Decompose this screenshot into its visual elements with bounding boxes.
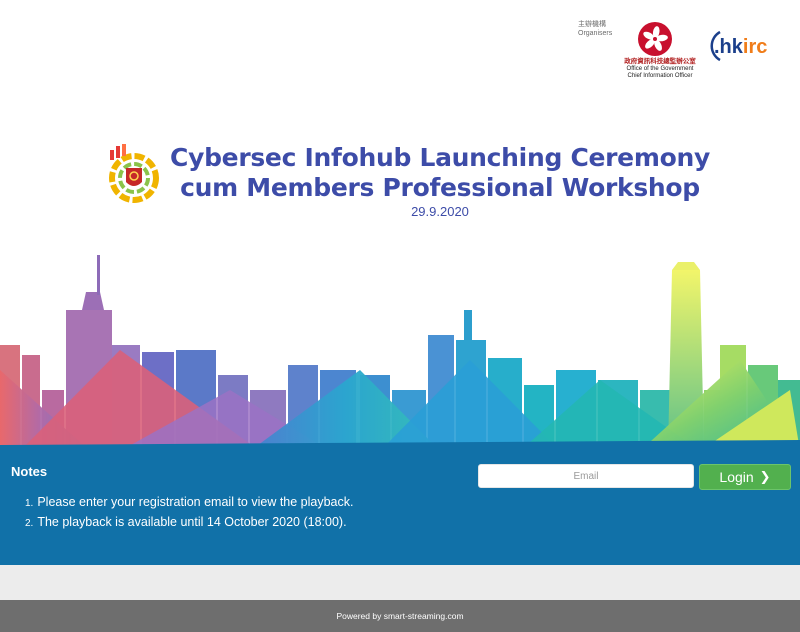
svg-text:.hkirc: .hkirc [714, 36, 767, 58]
login-button-label: Login [719, 469, 754, 485]
event-title-line2: cum Members Professional Workshop [180, 173, 700, 202]
footer-powered-by[interactable]: Powered by smart-streaming.com [336, 611, 463, 621]
page-spacer [0, 565, 800, 600]
event-title: Cybersec Infohub Launching Ceremony cum … [160, 143, 720, 203]
page: 主辦機構 Organisers 政府資訊科技總監辦公室 Office of th… [0, 0, 800, 632]
hkirc-logo-text-irc: irc [743, 36, 767, 58]
email-input[interactable] [478, 464, 694, 488]
hong-kong-skyline-illustration [0, 255, 800, 451]
notes-list: 1. Please enter your registration email t… [25, 493, 353, 533]
ogcio-name-en-line1: Office of the Government [626, 66, 694, 72]
notes-title: Notes [11, 464, 48, 479]
note-item-1: 1. Please enter your registration email t… [25, 495, 354, 509]
chevron-right-icon: ❯ [759, 469, 771, 484]
ogcio-name: 政府資訊科技總監辦公室 Office of the Government Chi… [610, 58, 710, 80]
notes-login-panel: Notes 1. Please enter your registration e… [0, 451, 800, 565]
hkirc-logo: .hkirc [710, 30, 767, 62]
organisers-label: 主辦機構 Organisers [578, 20, 638, 38]
ogcio-name-en-line2: Chief Information Officer [627, 73, 693, 79]
login-button[interactable]: Login ❯ [699, 464, 791, 490]
event-title-line1: Cybersec Infohub Launching Ceremony [170, 143, 710, 172]
ogcio-name-zh: 政府資訊科技總監辦公室 [624, 58, 696, 65]
hkirc-logo-text-hk: .hk [714, 36, 744, 58]
cybersec-infohub-logo [109, 144, 159, 203]
hksar-bauhinia-emblem [638, 22, 672, 56]
note-item-2: 2. The playback is available until 14 Oct… [25, 515, 347, 529]
organisers-label-zh: 主辦機構 [578, 21, 606, 28]
footer: Powered by smart-streaming.com [0, 600, 800, 632]
organisers-label-en: Organisers [578, 30, 613, 37]
event-date: 29.9.2020 [411, 204, 469, 219]
